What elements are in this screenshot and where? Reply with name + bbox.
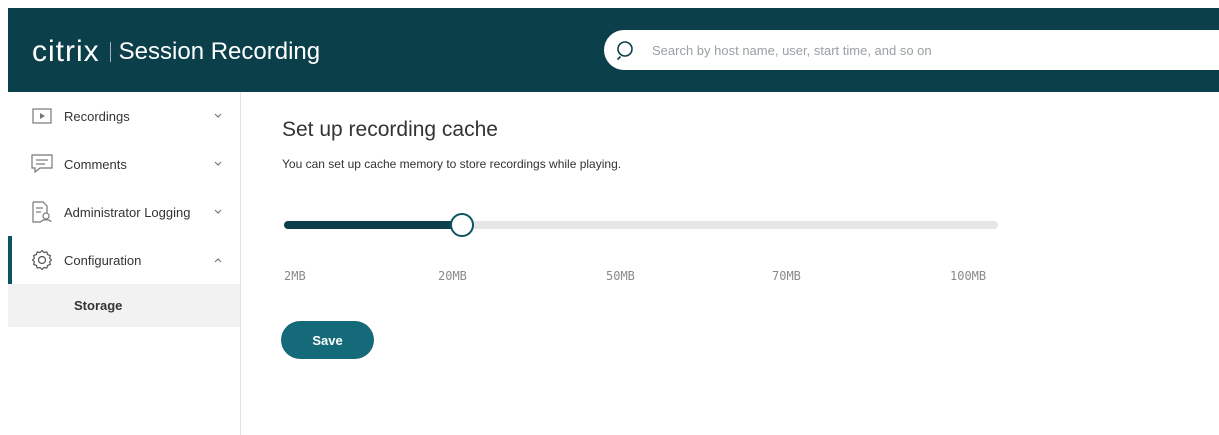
search-box[interactable] xyxy=(604,30,1219,70)
sidebar-item-label: Administrator Logging xyxy=(64,204,191,220)
sidebar-subitem-storage[interactable]: Storage xyxy=(8,284,240,327)
slider-label[interactable]: 50MB xyxy=(606,269,635,283)
chevron-down-icon[interactable] xyxy=(213,159,223,169)
sidebar-item-label: Configuration xyxy=(64,252,142,268)
chevron-down-icon[interactable] xyxy=(213,207,223,217)
slider-thumb[interactable] xyxy=(450,213,474,237)
sidebar-subitem-label: Storage xyxy=(74,298,123,313)
page-description: You can set up cache memory to store rec… xyxy=(282,157,622,171)
main-content: Set up recording cache You can set up ca… xyxy=(240,92,1219,435)
chevron-up-icon[interactable] xyxy=(213,255,223,265)
sidebar-item-label: Comments xyxy=(64,156,127,172)
slider-label[interactable]: 2MB xyxy=(284,269,306,283)
slider-label[interactable]: 70MB xyxy=(772,269,801,283)
sidebar: Recordings Comments Administrator Loggin… xyxy=(8,92,241,435)
slider-label[interactable]: 20MB xyxy=(438,269,467,283)
page-title: Set up recording cache xyxy=(282,118,498,141)
cache-size-slider[interactable] xyxy=(284,210,998,240)
brand[interactable]: citrix Session Recording xyxy=(32,34,320,70)
sidebar-item-label: Recordings xyxy=(64,108,130,124)
sidebar-item-administrator-logging[interactable]: Administrator Logging xyxy=(8,188,240,236)
comment-icon xyxy=(31,153,53,175)
gear-icon xyxy=(31,249,53,271)
brand-divider xyxy=(109,42,111,62)
slider-fill xyxy=(284,221,464,229)
play-icon xyxy=(31,105,53,127)
chevron-down-icon[interactable] xyxy=(213,111,223,121)
save-button[interactable]: Save xyxy=(281,321,374,359)
slider-label[interactable]: 100MB xyxy=(950,269,986,283)
search-icon[interactable] xyxy=(616,40,636,60)
citrix-logo: citrix xyxy=(32,35,100,68)
sidebar-item-recordings[interactable]: Recordings xyxy=(8,92,240,140)
top-bar: citrix Session Recording xyxy=(8,8,1219,92)
search-input[interactable] xyxy=(650,41,1194,59)
log-document-icon xyxy=(31,201,53,223)
sidebar-item-configuration[interactable]: Configuration xyxy=(8,236,240,284)
sidebar-item-comments[interactable]: Comments xyxy=(8,140,240,188)
product-name: Session Recording xyxy=(118,38,321,65)
